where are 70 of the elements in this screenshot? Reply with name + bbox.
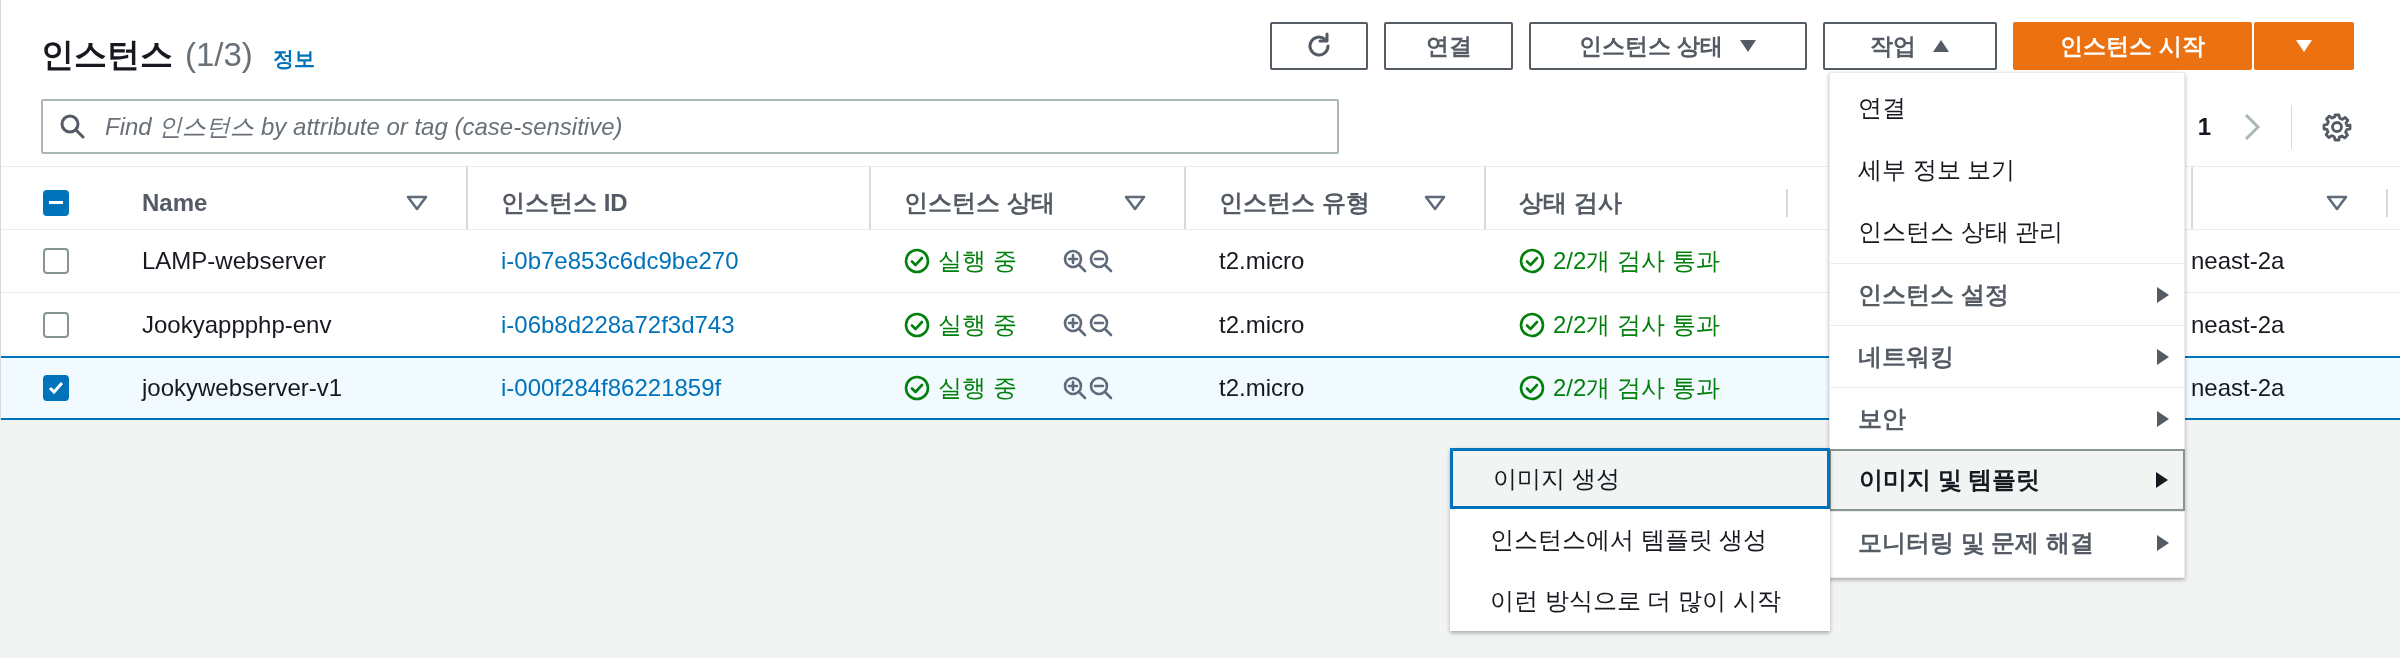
zoom-out-icon[interactable] bbox=[1088, 376, 1113, 401]
menu-item[interactable]: 세부 정보 보기 bbox=[1830, 139, 2184, 201]
zoom-in-icon[interactable] bbox=[1062, 376, 1087, 401]
check-circle-icon bbox=[904, 375, 930, 402]
check-circle-icon bbox=[1519, 247, 1545, 274]
column-header[interactable]: 인스턴스 상태 bbox=[904, 184, 1055, 221]
instance-name: LAMP-webserver bbox=[142, 246, 327, 274]
caret-up-icon bbox=[1932, 39, 1950, 53]
instance-id-link[interactable]: i-000f284f86221859f bbox=[501, 374, 722, 402]
check-circle-icon bbox=[1519, 311, 1545, 338]
column-header[interactable]: 인스턴스 ID bbox=[501, 184, 628, 221]
page-title: 인스턴스 bbox=[41, 35, 173, 75]
row-checkbox[interactable] bbox=[43, 247, 69, 274]
instance-type: t2.micro bbox=[1219, 310, 1305, 338]
status-check: 2/2개 검사 통과 bbox=[1519, 370, 1786, 407]
check-circle-icon bbox=[904, 247, 930, 274]
availability-zone: neast-2a bbox=[2191, 310, 2285, 338]
selection-count: (1/3) bbox=[185, 35, 253, 75]
caret-right-icon bbox=[2156, 409, 2170, 428]
search-field[interactable]: Find 인스턴스 by attribute or tag (case-sensitive) bbox=[41, 99, 1339, 155]
row-checkbox[interactable] bbox=[43, 375, 69, 402]
instance-type: t2.micro bbox=[1219, 374, 1305, 402]
filter-icon[interactable] bbox=[2326, 194, 2348, 211]
menu-item[interactable]: 이미지 및 템플릿 bbox=[1829, 449, 2185, 511]
filter-icon[interactable] bbox=[1124, 194, 1146, 211]
instance-name: jookywebserver-v1 bbox=[142, 374, 343, 402]
running-status: 실행 중 bbox=[904, 306, 1017, 343]
check-circle-icon bbox=[1519, 375, 1545, 402]
caret-right-icon bbox=[2156, 347, 2170, 366]
filter-icon[interactable] bbox=[1424, 194, 1446, 211]
availability-zone: neast-2a bbox=[2191, 374, 2285, 402]
caret-down-icon bbox=[2295, 39, 2313, 53]
caret-right-icon bbox=[2155, 471, 2169, 489]
running-status: 실행 중 bbox=[904, 242, 1017, 279]
running-status: 실행 중 bbox=[904, 370, 1017, 407]
menu-item[interactable]: 연결 bbox=[1830, 77, 2184, 139]
menu-item[interactable]: 이런 방식으로 더 많이 시작 bbox=[1450, 570, 1830, 631]
caret-down-icon bbox=[1739, 39, 1758, 53]
refresh-button[interactable] bbox=[1270, 22, 1368, 70]
filter-icon[interactable] bbox=[406, 194, 428, 211]
column-header[interactable]: 상태 검사 bbox=[1519, 184, 1622, 221]
page-number[interactable]: 1 bbox=[2197, 108, 2211, 145]
instance-type: t2.micro bbox=[1219, 246, 1305, 274]
menu-item[interactable]: 인스턴스 설정 bbox=[1830, 263, 2184, 325]
column-header[interactable]: 인스턴스 유형 bbox=[1219, 184, 1370, 221]
info-link[interactable]: 정보 bbox=[272, 43, 315, 75]
dropdown-button[interactable]: 작업 bbox=[1823, 22, 1997, 70]
check-circle-icon bbox=[904, 311, 930, 338]
caret-right-icon bbox=[2156, 285, 2170, 304]
instance-id-link[interactable]: i-0b7e853c6dc9be270 bbox=[501, 246, 739, 274]
status-check: 2/2개 검사 통과 bbox=[1519, 242, 1786, 279]
instance-name: Jookyappphp-env bbox=[142, 310, 332, 338]
instance-id-link[interactable]: i-06b8d228a72f3d743 bbox=[501, 310, 735, 338]
column-header[interactable]: Name bbox=[142, 184, 208, 221]
select-all-checkbox[interactable] bbox=[43, 189, 69, 216]
zoom-in-icon[interactable] bbox=[1062, 248, 1087, 273]
zoom-out-icon[interactable] bbox=[1088, 248, 1113, 273]
search-icon bbox=[59, 113, 85, 140]
row-checkbox[interactable] bbox=[43, 311, 69, 338]
menu-item[interactable]: 이미지 생성 bbox=[1450, 448, 1830, 509]
connect-button[interactable]: 연결 bbox=[1384, 22, 1513, 70]
availability-zone: neast-2a bbox=[2191, 246, 2285, 274]
menu-item[interactable]: 인스턴스에서 템플릿 생성 bbox=[1450, 509, 1830, 570]
menu-item[interactable]: 네트워킹 bbox=[1830, 325, 2184, 387]
status-check: 2/2개 검사 통과 bbox=[1519, 306, 1786, 343]
zoom-in-icon[interactable] bbox=[1062, 312, 1087, 337]
settings-icon[interactable] bbox=[2322, 111, 2352, 142]
dropdown-button[interactable]: 인스턴스 상태 bbox=[1529, 22, 1807, 70]
caret-right-icon bbox=[2156, 533, 2170, 552]
zoom-out-icon[interactable] bbox=[1088, 312, 1113, 337]
